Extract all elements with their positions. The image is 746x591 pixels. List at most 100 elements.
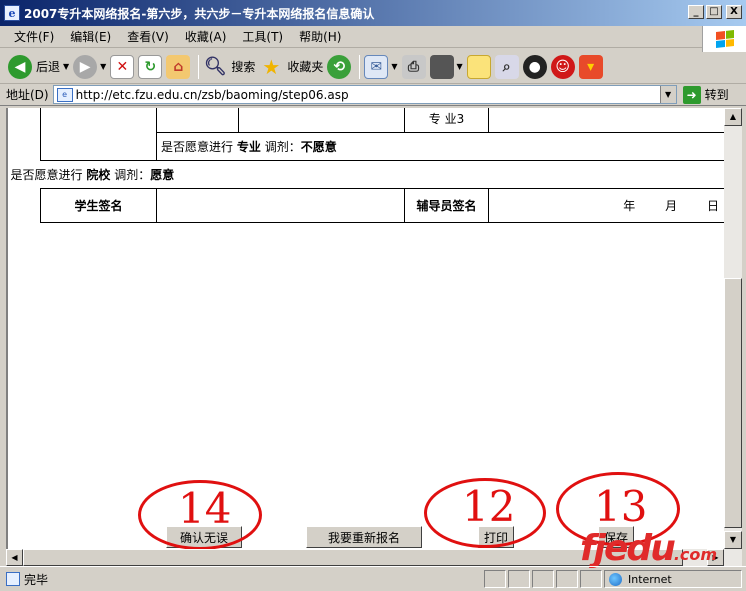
back-button[interactable]: ◀ 后退 ▼ — [8, 52, 69, 82]
research-button[interactable]: ⌕ — [494, 52, 519, 82]
windows-logo-icon — [702, 26, 746, 52]
go-button[interactable]: ➜ 转到 — [682, 85, 729, 104]
address-input[interactable]: e http://etc.fzu.edu.cn/zsb/baoming/step… — [52, 85, 677, 104]
dropdown-arrow-icon[interactable]: ▼ — [457, 62, 463, 71]
title-bar: e 2007专升本网络报名-第六步，共六步－专升本网络报名信息确认 _ □ X — [0, 0, 746, 26]
status-panel — [484, 570, 506, 588]
address-url[interactable]: http://etc.fzu.edu.cn/zsb/baoming/step06… — [76, 88, 349, 102]
mail-icon: ✉ — [364, 54, 389, 79]
table-cell — [238, 108, 405, 133]
address-dropdown-icon[interactable]: ▼ — [659, 86, 676, 103]
search-icon: 🔍︎ — [203, 56, 227, 77]
date-day: 日 — [706, 199, 719, 213]
search-label: 搜索 — [231, 60, 256, 74]
status-panel — [508, 570, 530, 588]
stop-icon: ✕ — [110, 54, 135, 79]
table-row: 学生签名 辅导员签名 年 月 日 — [40, 188, 724, 223]
security-zone: Internet — [604, 570, 742, 588]
dropdown-arrow-icon[interactable]: ▼ — [391, 62, 397, 71]
go-arrow-icon: ➜ — [682, 85, 701, 104]
addon-icon: ▾ — [578, 54, 603, 79]
application-form-table: 专 业3 是否愿意进行 专业 调剂：不愿意 是否愿意进行 院校 调剂：愿意 学生… — [11, 108, 724, 223]
annotation-number-save: 13 — [594, 482, 648, 531]
forward-button[interactable]: ▶ ▼ — [73, 52, 106, 82]
refresh-icon: ↻ — [138, 54, 163, 79]
address-label: 地址(D) — [6, 88, 49, 102]
edit-icon — [429, 54, 454, 79]
menu-favorites[interactable]: 收藏(A) — [177, 28, 235, 45]
forward-arrow-icon: ▶ — [73, 54, 98, 79]
star-icon: ★ — [262, 54, 281, 79]
home-button[interactable]: ⌂ — [166, 52, 191, 82]
reapply-button[interactable]: 我要重新报名 — [306, 526, 422, 548]
ie-icon: e — [4, 5, 20, 21]
favorites-label: 收藏夹 — [287, 60, 324, 74]
watermark-suffix: .com — [673, 545, 718, 564]
adjust-school-mid: 调剂： — [114, 168, 151, 182]
addon-button[interactable]: ▾ — [578, 52, 603, 82]
adjust-school-prefix: 是否愿意进行 — [10, 168, 83, 182]
menu-help[interactable]: 帮助(H) — [291, 28, 349, 45]
note-button[interactable] — [466, 52, 491, 82]
menu-view[interactable]: 查看(V) — [119, 28, 177, 45]
close-button[interactable]: X — [726, 5, 742, 19]
history-button[interactable]: ⟲ — [327, 52, 352, 82]
print-toolbar-button[interactable]: ⎙ — [401, 52, 426, 82]
student-sign-field — [156, 188, 405, 223]
back-label: 后退 — [36, 60, 61, 74]
stop-button[interactable]: ✕ — [110, 52, 135, 82]
status-text: 完毕 — [24, 572, 49, 587]
printer-icon: ⎙ — [401, 54, 426, 79]
maximize-button[interactable]: □ — [706, 5, 722, 19]
scroll-left-icon[interactable]: ◀ — [6, 549, 23, 566]
major3-label: 专 业3 — [404, 108, 489, 133]
address-bar: 地址(D) e http://etc.fzu.edu.cn/zsb/baomin… — [0, 84, 746, 106]
annotation-number-confirm: 14 — [178, 484, 232, 533]
status-panel — [580, 570, 602, 588]
go-label: 转到 — [704, 88, 729, 102]
date-cell: 年 月 日 — [488, 188, 724, 223]
qq-button[interactable]: ● — [522, 52, 547, 82]
menu-tools[interactable]: 工具(T) — [234, 28, 291, 45]
adjust-major-word: 专业 — [236, 140, 261, 154]
minimize-button[interactable]: _ — [688, 5, 704, 19]
table-cell — [156, 108, 239, 133]
scroll-up-icon[interactable]: ▲ — [724, 108, 742, 126]
scroll-down-icon[interactable]: ▼ — [724, 531, 742, 549]
menu-file[interactable]: 文件(F) — [6, 28, 62, 45]
refresh-button[interactable]: ↻ — [138, 52, 163, 82]
vertical-scroll-thumb[interactable] — [724, 278, 742, 528]
toolbar-separator — [359, 54, 361, 79]
watermark-brand: fjedu — [580, 528, 676, 569]
menu-edit[interactable]: 编辑(E) — [62, 28, 119, 45]
messenger-icon: ☺ — [550, 54, 575, 79]
toolbar: ◀ 后退 ▼ ▶ ▼ ✕ ↻ ⌂ 🔍︎ 搜索 ★ 收藏夹 ⟲ ✉ ▼ ⎙ ▼ ⌕ — [0, 50, 746, 84]
edit-button[interactable]: ▼ — [429, 52, 463, 82]
vertical-scrollbar[interactable]: ▲ ▼ — [724, 108, 742, 549]
zone-label: Internet — [628, 572, 672, 586]
history-icon: ⟲ — [327, 54, 352, 79]
mail-button[interactable]: ✉ ▼ — [364, 52, 398, 82]
adjust-major-cell: 是否愿意进行 专业 调剂：不愿意 — [156, 132, 724, 161]
adjust-school-word: 院校 — [86, 168, 111, 182]
table-cell — [40, 108, 157, 161]
messenger-button[interactable]: ☺ — [550, 52, 575, 82]
page-status-icon — [6, 572, 20, 586]
watermark-logo: fjedu.com — [580, 528, 717, 569]
page-content: 专 业3 是否愿意进行 专业 调剂：不愿意 是否愿意进行 院校 调剂：愿意 学生… — [6, 108, 724, 549]
student-sign-label: 学生签名 — [40, 188, 157, 223]
dropdown-arrow-icon[interactable]: ▼ — [63, 62, 69, 71]
adjust-school-value: 愿意 — [150, 168, 175, 182]
dropdown-arrow-icon[interactable]: ▼ — [100, 62, 106, 71]
counselor-sign-label: 辅导员签名 — [404, 188, 489, 223]
page-icon: e — [56, 87, 73, 102]
menu-bar: 文件(F) 编辑(E) 查看(V) 收藏(A) 工具(T) 帮助(H) — [0, 26, 746, 48]
favorites-button[interactable]: ★ 收藏夹 — [259, 52, 323, 82]
qq-penguin-icon: ● — [522, 54, 547, 79]
window-controls: _ □ X — [688, 5, 742, 19]
back-arrow-icon: ◀ — [8, 54, 32, 79]
adjust-major-prefix: 是否愿意进行 — [161, 140, 234, 154]
search-button[interactable]: 🔍︎ 搜索 — [203, 52, 255, 82]
globe-icon — [609, 572, 622, 586]
date-month: 月 — [665, 199, 678, 213]
